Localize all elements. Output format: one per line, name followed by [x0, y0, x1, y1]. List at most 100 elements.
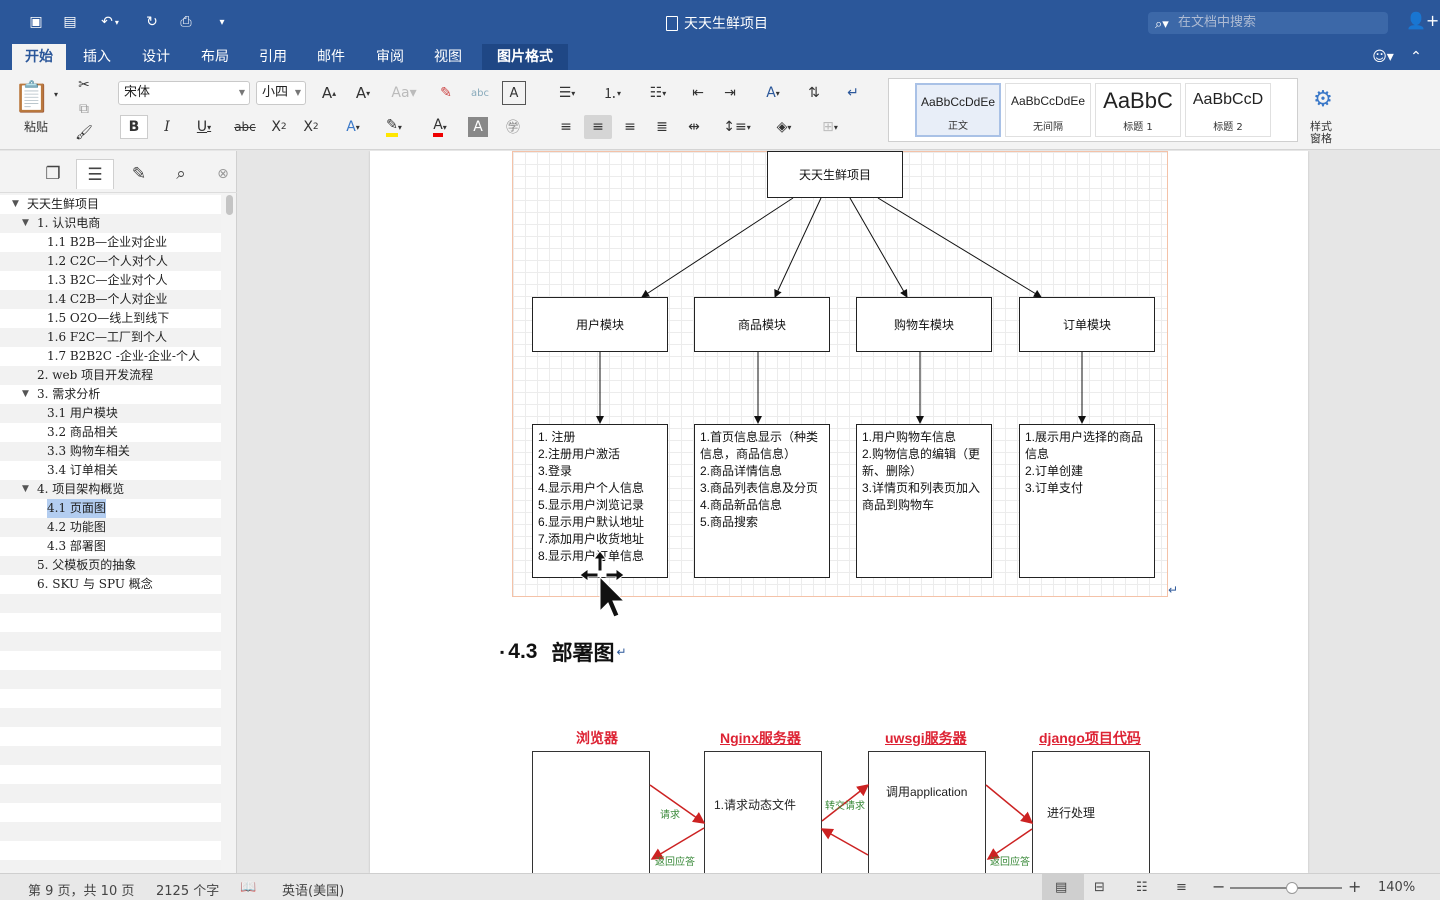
thumbnails-icon[interactable]: ❐ — [34, 159, 72, 189]
style-heading-2[interactable]: AaBbCcD 标题 2 — [1185, 83, 1271, 137]
nav-item[interactable]: 3.1 用户模块 — [0, 404, 221, 423]
tab-layout[interactable]: 布局 — [190, 44, 240, 70]
increase-indent-icon[interactable]: ⇥ — [716, 81, 744, 105]
undo-icon[interactable]: ↶ ▾ — [94, 12, 126, 32]
change-case-icon[interactable]: Aa▾ — [386, 81, 422, 105]
bullets-icon[interactable]: ☰ ▾ — [548, 81, 586, 105]
text-effects-icon[interactable]: A ▾ — [336, 115, 370, 139]
section-heading[interactable]: ▪ 4.3 部署图 ↵ — [500, 637, 627, 667]
nav-item[interactable]: 3.3 购物车相关 — [0, 442, 221, 461]
nav-item[interactable]: ▼ 1. 认识电商 — [0, 214, 221, 233]
underline-button[interactable]: U ▾ — [186, 115, 222, 139]
nav-item[interactable]: ▼ 4. 项目架构概览 — [0, 480, 221, 499]
style-normal[interactable]: AaBbCcDdEe 正文 — [915, 83, 1001, 137]
proofing-icon[interactable]: 📖 — [240, 880, 256, 895]
paste-icon[interactable]: 📋 — [13, 78, 50, 116]
navigation-scrollbar[interactable] — [226, 195, 233, 215]
grow-font-icon[interactable]: A ▴ — [314, 81, 344, 105]
font-size-select[interactable]: 小四 ▼ — [256, 81, 306, 105]
paste-dropdown-icon[interactable]: ▾ — [50, 88, 62, 100]
reviews-icon[interactable]: ✎ — [120, 159, 158, 189]
shrink-font-icon[interactable]: A ▾ — [348, 81, 378, 105]
nav-item[interactable]: 5. 父模板页的抽象 — [0, 556, 221, 575]
share-icon[interactable]: 👤+ — [1406, 11, 1439, 30]
tab-view[interactable]: 视图 — [422, 44, 474, 70]
character-border-icon[interactable]: A — [502, 81, 526, 105]
bold-button[interactable]: B — [120, 115, 148, 139]
customize-toolbar-icon[interactable]: ▾ — [212, 12, 232, 32]
tab-references[interactable]: 引用 — [248, 44, 298, 70]
nav-item[interactable]: 4.1 页面图 — [0, 499, 221, 518]
tab-review[interactable]: 审阅 — [364, 44, 416, 70]
tab-insert[interactable]: 插入 — [72, 44, 122, 70]
strikethrough-button[interactable]: abc — [230, 115, 260, 139]
cut-icon[interactable]: ✂ — [74, 76, 94, 94]
nav-item[interactable]: 1.3 B2C—企业对个人 — [0, 271, 221, 290]
phonetic-guide-icon[interactable]: abc — [466, 81, 494, 105]
nav-item[interactable]: 1.6 F2C—工厂到个人 — [0, 328, 221, 347]
font-name-select[interactable]: 宋体 ▼ — [118, 81, 250, 105]
decrease-indent-icon[interactable]: ⇤ — [684, 81, 712, 105]
word-count[interactable]: 2125 个字 — [156, 880, 219, 899]
expand-triangle-icon[interactable]: ▼ — [22, 214, 29, 233]
close-icon[interactable]: ⊗ — [204, 159, 242, 189]
character-shading-icon[interactable]: A — [468, 117, 488, 137]
clear-formatting-icon[interactable]: ✎ — [432, 81, 460, 105]
copy-icon[interactable]: ⧉ — [74, 100, 94, 118]
smiley-feedback-icon[interactable]: ☺▾ — [1368, 47, 1398, 67]
nav-item[interactable]: ▼ 3. 需求分析 — [0, 385, 221, 404]
nav-item[interactable]: 1.7 B2B2C -企业-企业-个人 — [0, 347, 221, 366]
nav-item[interactable]: 1.5 O2O—线上到线下 — [0, 309, 221, 328]
expand-triangle-icon[interactable]: ▼ — [22, 480, 29, 499]
enclose-characters-icon[interactable]: ㊫ — [500, 115, 526, 139]
styles-pane-icon[interactable]: ⚙ — [1306, 82, 1340, 116]
zoom-slider-thumb[interactable] — [1285, 882, 1298, 894]
expand-triangle-icon[interactable]: ▼ — [12, 195, 19, 214]
outline-view-icon[interactable]: ☷ — [1136, 880, 1148, 895]
nav-item[interactable]: 3.2 商品相关 — [0, 423, 221, 442]
tab-picture-format[interactable]: 图片格式 — [482, 44, 568, 70]
align-left-icon[interactable]: ≡ — [552, 115, 580, 139]
draft-view-icon[interactable]: ≡ — [1176, 880, 1187, 895]
search-input[interactable]: ⌕▾ 在文档中搜索 — [1148, 12, 1388, 34]
text-direction-icon[interactable]: A ▾ — [754, 81, 792, 105]
align-right-icon[interactable]: ≡ — [616, 115, 644, 139]
nav-item[interactable]: 1.4 C2B—个人对企业 — [0, 290, 221, 309]
font-color-icon[interactable]: A ▾ — [420, 115, 460, 139]
tab-home[interactable]: 开始 — [12, 44, 66, 70]
format-painter-icon[interactable]: 🖌 — [74, 124, 94, 142]
borders-icon[interactable]: ⊞ ▾ — [810, 115, 850, 139]
nav-item[interactable]: 4.3 部署图 — [0, 537, 221, 556]
nav-item[interactable]: 4.2 功能图 — [0, 518, 221, 537]
zoom-level[interactable]: 140% — [1378, 880, 1415, 895]
document-map-icon[interactable]: ☰ — [76, 159, 114, 189]
redo-icon[interactable]: ↻ — [142, 12, 162, 32]
collapse-ribbon-icon[interactable]: ⌃ — [1406, 47, 1426, 67]
web-layout-icon[interactable]: ⊟ — [1094, 880, 1105, 895]
shading-icon[interactable]: ◈ ▾ — [764, 115, 804, 139]
highlight-color-icon[interactable]: ✎ ▾ — [374, 115, 414, 139]
zoom-out-icon[interactable]: − — [1212, 877, 1225, 896]
nav-item[interactable]: 6. SKU 与 SPU 概念 — [0, 575, 221, 594]
style-no-spacing[interactable]: AaBbCcDdEe 无间隔 — [1005, 83, 1091, 137]
align-center-icon[interactable]: ≡ — [584, 115, 612, 139]
superscript-button[interactable]: X2 — [298, 115, 324, 139]
zoom-in-icon[interactable]: + — [1348, 877, 1361, 896]
document-canvas[interactable]: 天天生鲜项目 用户模块 商品模块 购物车模块 订单模块 1. 注册 2.注册用户… — [238, 151, 1440, 873]
distributed-icon[interactable]: ⇹ — [680, 115, 708, 139]
nav-item[interactable]: 2. web 项目开发流程 — [0, 366, 221, 385]
sort-icon[interactable]: ⇅ — [800, 81, 828, 105]
page-count[interactable]: 第 9 页，共 10 页 — [28, 880, 134, 899]
justify-icon[interactable]: ≣ — [648, 115, 676, 139]
style-heading-1[interactable]: AaBbC 标题 1 — [1095, 83, 1181, 137]
nav-item[interactable]: 1.2 C2C—个人对个人 — [0, 252, 221, 271]
show-formatting-icon[interactable]: ↵ — [838, 81, 868, 105]
save-icon[interactable]: ▤ — [60, 12, 80, 32]
nav-item[interactable]: ▼ 天天生鲜项目 — [0, 195, 221, 214]
numbering-icon[interactable]: ⒈ ▾ — [592, 81, 632, 105]
language-indicator[interactable]: 英语(美国) — [282, 880, 344, 899]
tab-design[interactable]: 设计 — [130, 44, 182, 70]
italic-button[interactable]: I — [154, 115, 180, 139]
multilevel-list-icon[interactable]: ☷ ▾ — [638, 81, 678, 105]
subscript-button[interactable]: X2 — [266, 115, 292, 139]
